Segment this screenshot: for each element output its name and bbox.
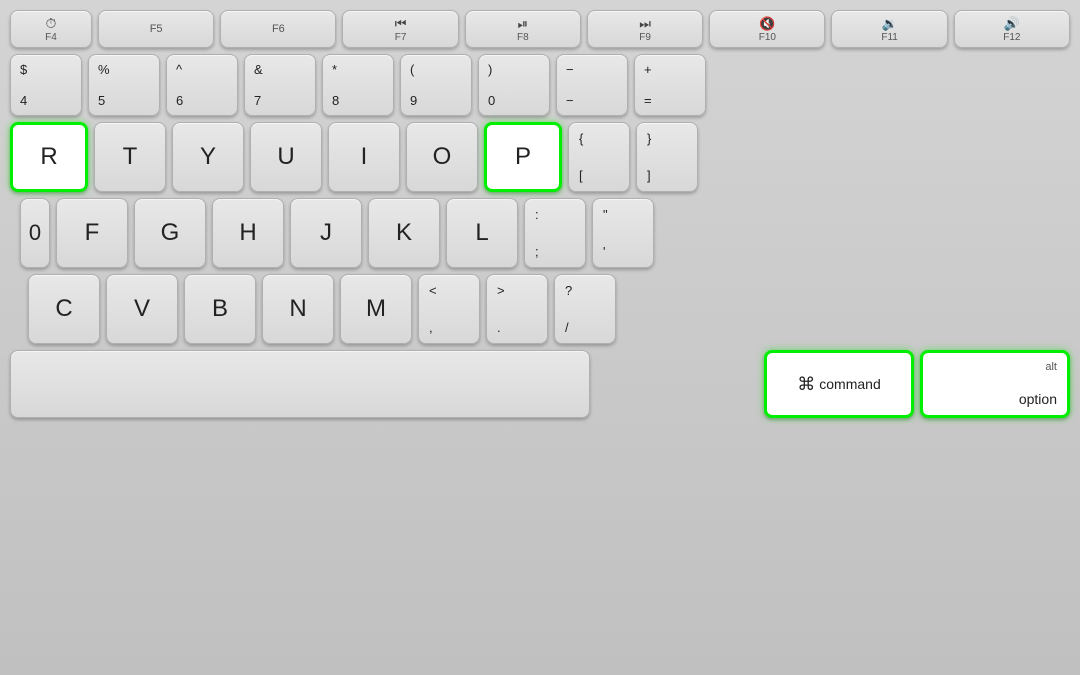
key-9[interactable]: ( 9 [400,54,472,116]
key-8[interactable]: * 8 [322,54,394,116]
key-b[interactable]: B [184,274,256,344]
key-f8[interactable]: ⏯ F8 [465,10,581,48]
qwerty-row: R T Y U I O P { [ } ] [10,122,1070,192]
key-n[interactable]: N [262,274,334,344]
key-l[interactable]: L [446,198,518,268]
key-quote[interactable]: " ' [592,198,654,268]
key-c[interactable]: C [28,274,100,344]
key-f10[interactable]: 🔇 F10 [709,10,825,48]
key-f4[interactable]: ⏱ F4 [10,10,92,48]
key-k[interactable]: K [368,198,440,268]
key-5[interactable]: % 5 [88,54,160,116]
zxcv-row: C V B N M < , > . ? / [10,274,1070,344]
key-f6[interactable]: F6 [220,10,336,48]
keyboard: ⏱ F4 F5 F6 ⏮ F7 ⏯ F8 ⏭ F9 🔇 F10 [0,0,1080,675]
key-i[interactable]: I [328,122,400,192]
key-g[interactable]: G [134,198,206,268]
key-period[interactable]: > . [486,274,548,344]
key-4[interactable]: $ 4 [10,54,82,116]
key-m[interactable]: M [340,274,412,344]
key-y[interactable]: Y [172,122,244,192]
key-slash[interactable]: ? / [554,274,616,344]
bottom-row: ⌘ command alt option [10,350,1070,418]
key-command[interactable]: ⌘ command [764,350,914,418]
key-f5[interactable]: F5 [98,10,214,48]
key-zero-partial[interactable]: 0 [20,198,50,268]
key-option[interactable]: alt option [920,350,1070,418]
key-h[interactable]: H [212,198,284,268]
key-comma[interactable]: < , [418,274,480,344]
key-f12[interactable]: 🔊 F12 [954,10,1070,48]
key-r[interactable]: R [10,122,88,192]
key-close-bracket[interactable]: } ] [636,122,698,192]
key-f9[interactable]: ⏭ F9 [587,10,703,48]
key-o[interactable]: O [406,122,478,192]
key-equal[interactable]: + = [634,54,706,116]
key-open-bracket[interactable]: { [ [568,122,630,192]
key-t[interactable]: T [94,122,166,192]
key-f[interactable]: F [56,198,128,268]
fn-row: ⏱ F4 F5 F6 ⏮ F7 ⏯ F8 ⏭ F9 🔇 F10 [10,10,1070,48]
key-7[interactable]: & 7 [244,54,316,116]
command-symbol-icon: ⌘ [797,374,815,395]
key-p[interactable]: P [484,122,562,192]
key-f11[interactable]: 🔉 F11 [831,10,947,48]
key-v[interactable]: V [106,274,178,344]
option-label: option [1019,391,1057,407]
command-label: command [819,376,880,392]
asdf-row: 0 F G H J K L : ; " ' [10,198,1070,268]
key-u[interactable]: U [250,122,322,192]
num-row: $ 4 % 5 ^ 6 & 7 * 8 ( 9 ) 0 − − [10,54,1070,116]
key-spacebar[interactable] [10,350,590,418]
option-alt-label: alt [1045,361,1057,373]
key-minus[interactable]: − − [556,54,628,116]
key-6[interactable]: ^ 6 [166,54,238,116]
key-f7[interactable]: ⏮ F7 [342,10,458,48]
key-j[interactable]: J [290,198,362,268]
key-semicolon[interactable]: : ; [524,198,586,268]
key-0[interactable]: ) 0 [478,54,550,116]
